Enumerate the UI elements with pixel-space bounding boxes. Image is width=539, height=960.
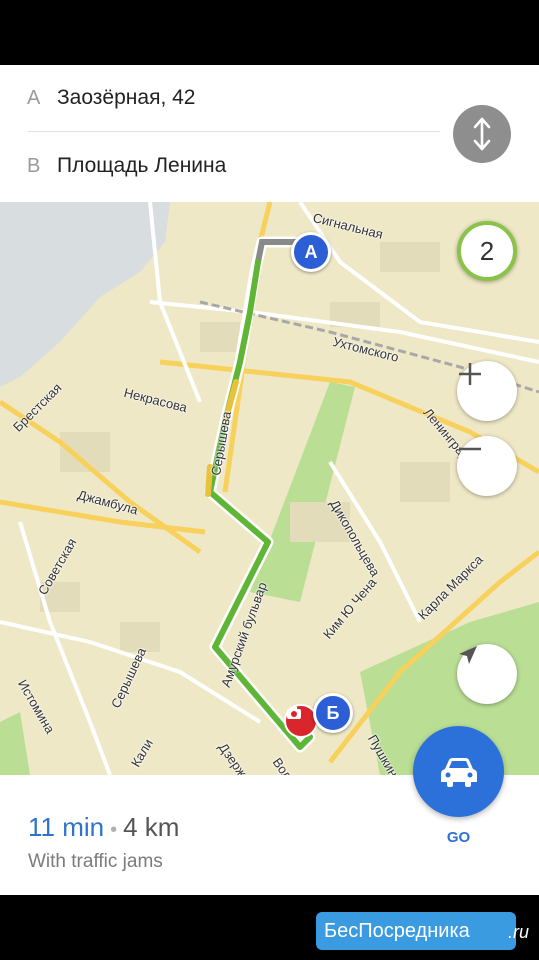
watermark-suffix: .ru xyxy=(508,922,530,942)
traffic-level-button[interactable]: 2 xyxy=(457,221,517,281)
watermark-badge: БесПосредника xyxy=(316,912,516,950)
zoom-in-button[interactable] xyxy=(457,361,517,421)
travel-distance: 4 km xyxy=(123,812,180,842)
swap-route-button[interactable] xyxy=(453,105,511,163)
locate-me-button[interactable] xyxy=(457,644,517,704)
swap-vertical-icon xyxy=(473,117,491,151)
camera-icon xyxy=(287,707,301,719)
point-a-address: Заозёрная, 42 xyxy=(57,86,196,109)
route-point-b[interactable]: B Площадь Ленина xyxy=(0,133,440,199)
traffic-note: With traffic jams xyxy=(28,851,163,872)
point-a-letter: A xyxy=(27,86,41,109)
minus-icon xyxy=(459,447,481,451)
plus-icon xyxy=(459,363,481,385)
navigation-arrow-icon xyxy=(459,646,477,664)
route-start-pin[interactable]: A xyxy=(291,232,331,272)
eta-line: 11 min • 4 km xyxy=(28,812,179,843)
go-label[interactable]: GO xyxy=(413,829,504,846)
travel-time: 11 min xyxy=(28,812,105,842)
route-point-a[interactable]: A Заозёрная, 42 xyxy=(0,65,440,131)
point-b-letter: B xyxy=(27,154,41,177)
route-divider xyxy=(28,131,440,132)
map-view[interactable]: Сигнальная Ухтомского Брестская Некрасов… xyxy=(0,202,539,775)
separator-dot: • xyxy=(110,819,118,841)
go-button[interactable] xyxy=(413,726,504,817)
point-b-address: Площадь Ленина xyxy=(57,154,227,177)
route-panel: A Заозёрная, 42 B Площадь Ленина xyxy=(0,65,539,202)
status-bar xyxy=(0,0,539,65)
car-icon xyxy=(440,757,477,787)
route-end-pin[interactable]: Б xyxy=(313,693,353,733)
zoom-out-button[interactable] xyxy=(457,436,517,496)
